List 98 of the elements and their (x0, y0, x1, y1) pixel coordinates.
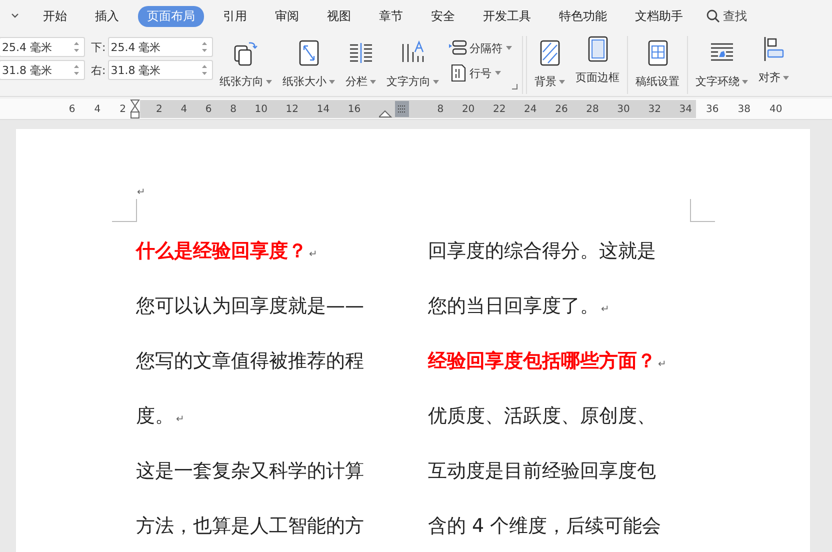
spinner-arrows-icon[interactable] (73, 40, 80, 54)
columns-icon (348, 40, 374, 66)
menu-tab[interactable]: 章节 (370, 6, 412, 26)
body-text: 方法，也算是人工智能的方 (136, 514, 364, 538)
paragraph-mark: ↵ (309, 249, 318, 260)
toolbar-button[interactable]: 行号 (448, 64, 512, 82)
ruler-number: 6 (205, 104, 212, 114)
menu-tab[interactable]: 开始 (34, 6, 76, 26)
toolbar-button[interactable]: 对齐 (754, 32, 793, 85)
spinner-arrows-icon[interactable] (73, 63, 80, 77)
section-heading: 经验回享度包括哪些方面？ (428, 348, 656, 374)
body-text: 含的 4 个维度，后续可能会 (428, 514, 662, 538)
ruler-number: 2 (156, 104, 162, 114)
toolbar-button[interactable]: 纸张方向 (216, 36, 276, 94)
margin-label: 右: (91, 62, 106, 78)
toolbar-button[interactable]: 纸张大小 (278, 36, 339, 94)
page-resize-icon (298, 40, 320, 66)
ruler-number: 36 (706, 104, 719, 114)
body-text: 这是一套复杂又科学的计算 (136, 458, 364, 484)
ruler-number: 2 (120, 104, 126, 114)
ruler-number: 8 (437, 104, 444, 114)
page-background-icon (538, 40, 561, 66)
ruler-number: 28 (586, 104, 599, 114)
ruler-number: 4 (94, 104, 101, 114)
body-text: 您可以认为回享度就是—— (136, 294, 364, 318)
toolbar-button-label: 分隔符 (470, 40, 503, 56)
toolbar-button-label: 纸张方向 (220, 74, 264, 89)
ruler-number: 14 (316, 104, 330, 114)
align-icon (762, 36, 785, 62)
margin-spin-field[interactable]: 31.8 毫米 (0, 60, 85, 80)
paragraph-mark: ↵ (137, 187, 146, 198)
search-icon (706, 9, 720, 23)
body-text: 您的当日回享度了。 (428, 294, 599, 318)
line-numbers-icon (448, 64, 467, 82)
ruler-number: 8 (230, 104, 236, 114)
spinner-arrows-icon[interactable] (200, 40, 208, 54)
indent-marker-icon[interactable] (130, 99, 140, 119)
ruler-number: 40 (769, 104, 782, 114)
page-break-icon (448, 40, 467, 56)
crop-mark-icon (112, 199, 137, 222)
section-heading: 什么是经验回享度？ (136, 238, 307, 264)
toolbar-button[interactable]: 背景 (526, 36, 569, 94)
grid-paper-icon (646, 40, 669, 66)
margin-spin-field[interactable]: 25.4 毫米 (0, 37, 85, 57)
ruler-number: 6 (68, 104, 76, 114)
body-text: 互动度是目前经验回享度包 (428, 458, 656, 484)
toolbar-button-label: 行号 (470, 66, 492, 80)
spinner-arrows-icon[interactable] (200, 63, 208, 77)
menu-tab[interactable]: 特色功能 (550, 6, 616, 26)
margin-spin-field[interactable]: 25.4 毫米 (108, 37, 213, 57)
toolbar-button-label: 对齐 (758, 70, 781, 85)
toolbar-button-label: 背景 (534, 74, 557, 89)
margin-label: 下: (91, 40, 106, 54)
ruler-number: 26 (555, 104, 568, 114)
toolbar-button-label: 页面边框 (576, 70, 620, 85)
ruler-number: 38 (738, 104, 750, 114)
toolbar-button[interactable]: 分隔符 (448, 40, 512, 56)
ruler-number: 24 (524, 104, 537, 114)
crop-mark-icon (690, 199, 715, 222)
menu-tab[interactable]: 审阅 (266, 6, 308, 26)
ruler-number: 30 (617, 104, 630, 114)
toolbar-button-label: 分栏 (346, 74, 368, 89)
ruler-number: 34 (679, 104, 692, 114)
body-text: 优质度、活跃度、原创度、 (428, 404, 656, 428)
paragraph-mark: ↵ (658, 359, 666, 370)
page-border-icon (586, 36, 609, 62)
toolbar-button[interactable]: 稿纸设置 (626, 36, 684, 94)
menu-tab[interactable]: 引用 (214, 6, 256, 26)
menu-tab[interactable]: 视图 (318, 6, 360, 26)
toolbar-button[interactable]: 文字方向 (382, 36, 443, 94)
toolbar-button-label: 文字环绕 (696, 74, 740, 89)
toolbar-button[interactable]: 文字环绕 (686, 36, 752, 94)
menu-tab[interactable]: 安全 (422, 6, 464, 26)
ruler-number: 32 (648, 104, 661, 114)
menu-tab[interactable]: 开发工具 (474, 6, 540, 26)
toolbar-button-label: 文字方向 (386, 74, 431, 89)
toolbar-button-label: 稿纸设置 (636, 74, 680, 89)
toolbar-button[interactable]: 页面边框 (572, 32, 624, 85)
ruler-number: 22 (492, 104, 506, 114)
collapse-caret-icon[interactable] (10, 12, 20, 20)
menu-tab[interactable]: 插入 (86, 6, 128, 26)
toolbar-button-label: 纸张大小 (282, 74, 327, 89)
ruler-number: 12 (286, 104, 299, 114)
body-text: 您写的文章值得被推荐的程 (136, 348, 364, 374)
paragraph-mark: ↵ (176, 414, 184, 425)
ruler-number: 20 (462, 104, 475, 114)
body-text: 度。 (136, 404, 174, 428)
ruler-number: 10 (254, 104, 268, 114)
menu-tab[interactable]: 文档助手 (626, 6, 692, 26)
margin-spin-field[interactable]: 31.8 毫米 (108, 60, 213, 80)
search-button[interactable]: 查找 (706, 8, 747, 24)
body-text: 回享度的综合得分。这就是 (428, 238, 656, 264)
page-rotate-icon (232, 40, 259, 66)
ruler-number: 4 (180, 104, 188, 114)
paragraph-mark: ↵ (601, 304, 610, 315)
dialog-launcher-icon[interactable] (512, 84, 518, 90)
ruler-number: 16 (348, 104, 361, 114)
toolbar-button[interactable]: 分栏 (342, 36, 380, 94)
